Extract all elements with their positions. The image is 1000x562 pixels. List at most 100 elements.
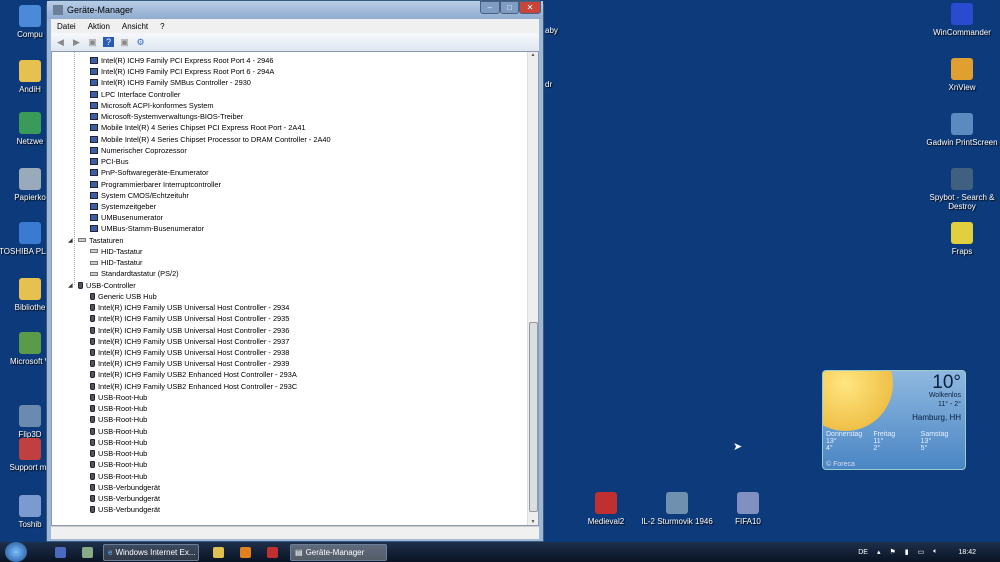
maximize-button[interactable]: □: [500, 1, 519, 14]
tree-device[interactable]: USB-Root-Hub: [90, 426, 147, 437]
scroll-down-icon[interactable]: ▼: [528, 519, 538, 525]
properties-icon[interactable]: ▣: [87, 37, 98, 47]
menu-help[interactable]: ?: [154, 22, 170, 31]
tree-device[interactable]: HID-Tastatur: [90, 257, 142, 268]
device-label: Systemzeitgeber: [101, 201, 157, 211]
scroll-up-icon[interactable]: ▲: [528, 52, 538, 58]
collapse-icon[interactable]: ◢: [68, 237, 73, 244]
view-icon[interactable]: ▣: [119, 37, 130, 47]
tree-device[interactable]: Intel(R) ICH9 Family USB Universal Host …: [90, 347, 289, 358]
menu-datei[interactable]: Datei: [51, 22, 82, 31]
vertical-scrollbar[interactable]: ▲ ▼: [527, 52, 538, 525]
tree-device[interactable]: Intel(R) ICH9 Family SMBus Controller - …: [90, 77, 251, 88]
system-device-icon: [90, 191, 98, 199]
device-label: Intel(R) ICH9 Family USB Universal Host …: [98, 336, 290, 346]
tree-device[interactable]: USB-Root-Hub: [90, 392, 147, 403]
menu-ansicht[interactable]: Ansicht: [116, 22, 154, 31]
tree-device[interactable]: Generic USB Hub: [90, 291, 157, 302]
back-icon[interactable]: ◀: [55, 37, 66, 47]
tree-device[interactable]: USB-Verbundgerät: [90, 482, 160, 493]
desktop-partial-label[interactable]: dr: [545, 80, 565, 89]
desktop-icon[interactable]: Spybot - Search & Destroy: [922, 168, 1000, 211]
tree-category[interactable]: ◢ USB-Controller: [68, 280, 136, 291]
tree-device[interactable]: USB-Root-Hub: [90, 414, 147, 425]
desktop-icon[interactable]: Gadwin PrintScreen: [922, 113, 1000, 147]
tree-device[interactable]: USB-Root-Hub: [90, 437, 147, 448]
battery-icon[interactable]: ▮: [905, 548, 909, 556]
help-icon[interactable]: ?: [103, 37, 114, 47]
show-desktop-icon[interactable]: [55, 546, 66, 558]
weather-gadget[interactable]: 10° Wolkenlos 11° - 2° Hamburg, HH Donne…: [822, 370, 966, 470]
tree-device[interactable]: LPC Interface Controller: [90, 89, 180, 100]
tree-device[interactable]: Microsoft-Systemverwaltungs-BIOS-Treiber: [90, 111, 243, 122]
tree-device[interactable]: UMBus-Stamm-Busenumerator: [90, 223, 204, 234]
tree-device[interactable]: USB-Verbundgerät: [90, 493, 160, 504]
desktop-icon[interactable]: IL-2 Sturmovik 1946: [637, 492, 717, 526]
explorer-icon[interactable]: [213, 546, 224, 558]
device-label: USB-Root-Hub: [98, 437, 148, 447]
title-bar[interactable]: Geräte-Manager: [47, 1, 543, 19]
tree-device[interactable]: Mobile Intel(R) 4 Series Chipset PCI Exp…: [90, 122, 306, 133]
app-icon: [19, 438, 41, 460]
tree-device[interactable]: PCI-Bus: [90, 156, 129, 167]
tree-device[interactable]: Intel(R) ICH9 Family USB2 Enhanced Host …: [90, 369, 297, 380]
tree-device[interactable]: USB-Root-Hub: [90, 459, 147, 470]
desktop-icon[interactable]: Fraps: [922, 222, 1000, 256]
desktop-icon[interactable]: Medieval2: [566, 492, 646, 526]
tree-device[interactable]: UMBusenumerator: [90, 212, 163, 223]
taskbar-internet-explorer[interactable]: e Windows Internet Ex...: [103, 543, 199, 561]
desktop-icon[interactable]: WinCommander: [922, 3, 1000, 37]
tree-device[interactable]: Intel(R) ICH9 Family PCI Express Root Po…: [90, 55, 274, 66]
app-icon[interactable]: [267, 546, 278, 558]
language-indicator[interactable]: DE: [858, 549, 868, 556]
close-button[interactable]: ✕: [519, 1, 541, 14]
network-icon[interactable]: ▭: [918, 548, 925, 556]
tree-device[interactable]: Standardtastatur (PS/2): [90, 268, 179, 279]
show-hidden-icons[interactable]: ▴: [877, 548, 881, 556]
scroll-thumb[interactable]: [529, 322, 538, 512]
desktop-icon-label: WinCommander: [933, 28, 991, 37]
media-player-icon[interactable]: [240, 546, 251, 558]
tree-device[interactable]: Programmierbarer Interruptcontroller: [90, 179, 221, 190]
collapse-icon[interactable]: ◢: [68, 282, 73, 289]
tree-device[interactable]: Mobile Intel(R) 4 Series Chipset Process…: [90, 134, 331, 145]
tree-category[interactable]: ◢ Tastaturen: [68, 235, 124, 246]
tree-device[interactable]: USB-Verbundgerät: [90, 504, 160, 515]
clock[interactable]: 18:42: [958, 549, 976, 556]
day-name: Samstag: [920, 431, 949, 438]
tree-device[interactable]: HID-Tastatur: [90, 246, 142, 257]
scan-hardware-icon[interactable]: ⚙: [135, 37, 146, 47]
tree-device[interactable]: Numerischer Coprozessor: [90, 145, 187, 156]
menu-aktion[interactable]: Aktion: [82, 22, 116, 31]
weather-credit[interactable]: © Foreca: [826, 461, 855, 468]
tree-device[interactable]: USB-Root-Hub: [90, 471, 147, 482]
keyboard-icon: [90, 271, 98, 276]
desktop-icon-label: XnView: [948, 83, 976, 92]
flag-icon[interactable]: ⚑: [890, 548, 896, 556]
toolbar: ◀ ▶ ▣ ? ▣ ⚙: [51, 33, 539, 51]
tree-device[interactable]: Intel(R) ICH9 Family USB Universal Host …: [90, 302, 289, 313]
tree-device[interactable]: USB-Root-Hub: [90, 403, 147, 414]
volume-icon[interactable]: 🔈︎: [933, 548, 937, 556]
tree-device[interactable]: Intel(R) ICH9 Family USB Universal Host …: [90, 336, 289, 347]
switch-windows-icon[interactable]: [82, 546, 93, 558]
tree-device[interactable]: Systemzeitgeber: [90, 201, 156, 212]
minimize-button[interactable]: –: [480, 1, 500, 14]
tree-device[interactable]: Intel(R) ICH9 Family USB Universal Host …: [90, 325, 289, 336]
tree-device[interactable]: USB-Root-Hub: [90, 448, 147, 459]
system-device-icon: [90, 113, 98, 121]
tree-device[interactable]: Intel(R) ICH9 Family USB Universal Host …: [90, 358, 289, 369]
tree-device[interactable]: Microsoft ACPI-konformes System: [90, 100, 214, 111]
app-icon: [19, 5, 41, 27]
forward-icon[interactable]: ▶: [71, 37, 82, 47]
tree-device[interactable]: Intel(R) ICH9 Family USB Universal Host …: [90, 313, 289, 324]
tree-device[interactable]: System CMOS/Echtzeituhr: [90, 190, 189, 201]
start-button[interactable]: [5, 542, 27, 562]
desktop-partial-label[interactable]: aby: [545, 26, 565, 35]
desktop-icon[interactable]: FIFA10: [708, 492, 788, 526]
tree-device[interactable]: Intel(R) ICH9 Family USB2 Enhanced Host …: [90, 381, 297, 392]
tree-device[interactable]: Intel(R) ICH9 Family PCI Express Root Po…: [90, 66, 274, 77]
taskbar-device-manager[interactable]: ▤ Geräte-Manager: [290, 543, 387, 561]
tree-device[interactable]: PnP-Softwaregeräte-Enumerator: [90, 167, 209, 178]
desktop-icon[interactable]: XnView: [922, 58, 1000, 92]
